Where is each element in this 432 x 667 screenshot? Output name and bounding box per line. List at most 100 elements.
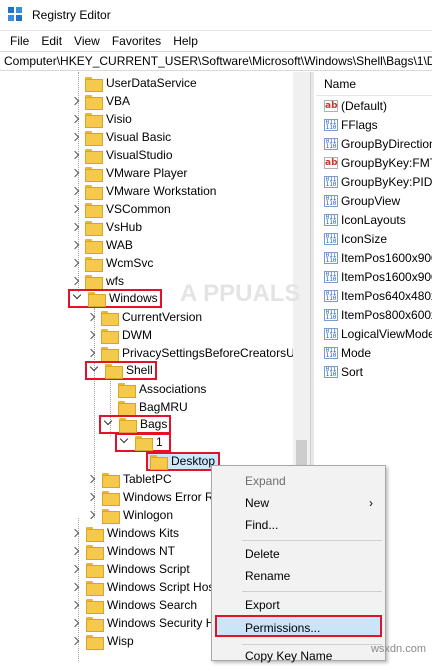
- tree-item-vmware-player[interactable]: VMware Player: [70, 164, 187, 182]
- chevron-right-icon[interactable]: [70, 222, 80, 232]
- chevron-right-icon[interactable]: [86, 312, 96, 322]
- tree-item-wisp[interactable]: Wisp: [86, 632, 134, 650]
- chevron-right-icon[interactable]: [70, 582, 80, 592]
- menu-view[interactable]: View: [68, 34, 106, 48]
- tree-item-vshub[interactable]: VsHub: [70, 218, 142, 236]
- menu-help[interactable]: Help: [167, 34, 204, 48]
- value-item[interactable]: 011110ItemPos640x480x9: [316, 286, 432, 305]
- chevron-right-icon[interactable]: [70, 96, 80, 106]
- tree-item-dwm[interactable]: DWM: [86, 326, 152, 344]
- chevron-right-icon[interactable]: [70, 204, 80, 214]
- value-item[interactable]: 011110ItemPos800x600x9: [316, 305, 432, 324]
- tree-item-privacysettings[interactable]: PrivacySettingsBeforeCreatorsUp: [86, 344, 301, 362]
- tree-item-windows-search[interactable]: Windows Search: [86, 596, 197, 614]
- chevron-right-icon[interactable]: [70, 186, 80, 196]
- tree-item-bagmru[interactable]: BagMRU: [118, 398, 188, 416]
- value-item[interactable]: 011110ItemPos1600x900x: [316, 267, 432, 286]
- value-item[interactable]: ab GroupByKey:FMT: [316, 153, 432, 172]
- tree-item-vscommon[interactable]: VSCommon: [70, 200, 171, 218]
- tree-item-windows-security-health[interactable]: Windows Security H: [86, 614, 214, 632]
- value-item[interactable]: ab (Default): [316, 96, 432, 115]
- folder-icon: [86, 526, 104, 542]
- tree-item-visual-basic[interactable]: Visual Basic: [70, 128, 171, 146]
- chevron-right-icon[interactable]: [70, 240, 80, 250]
- value-item[interactable]: 011 110 GroupByKey:PID: [316, 172, 432, 191]
- value-item[interactable]: 011 110 IconLayouts: [316, 210, 432, 229]
- chevron-right-icon[interactable]: [70, 132, 80, 142]
- tree-item-associations[interactable]: Associations: [118, 380, 206, 398]
- chevron-right-icon[interactable]: [86, 330, 96, 340]
- tree-item-windows[interactable]: Windows: [68, 288, 162, 308]
- tree-item-vmware-workstation[interactable]: VMware Workstation: [70, 182, 216, 200]
- chevron-right-icon[interactable]: [70, 636, 80, 646]
- tree-item-windows-script[interactable]: Windows Script: [86, 560, 190, 578]
- tree-item-tabletpc[interactable]: TabletPC: [102, 470, 172, 488]
- value-item[interactable]: 011 110 Mode: [316, 343, 432, 362]
- chevron-right-icon[interactable]: [86, 474, 96, 484]
- context-menu-new[interactable]: New ›: [212, 492, 385, 514]
- tree-item-userdataservice[interactable]: UserDataService: [85, 74, 197, 92]
- context-menu-expand[interactable]: Expand: [212, 470, 385, 492]
- tree-item-winlogon[interactable]: Winlogon: [102, 506, 173, 524]
- chevron-right-icon[interactable]: [86, 492, 96, 502]
- tree-item-bags[interactable]: Bags: [99, 414, 172, 434]
- footer-brand: wsxdn.com: [370, 643, 426, 655]
- tree-item-label: PrivacySettingsBeforeCreatorsUp: [122, 346, 302, 360]
- chevron-right-icon: ›: [369, 496, 373, 510]
- chevron-down-icon[interactable]: [72, 292, 82, 302]
- tree-item-wab[interactable]: WAB: [70, 236, 133, 254]
- value-item[interactable]: 011 110 Sort: [316, 362, 432, 381]
- chevron-down-icon[interactable]: [103, 418, 113, 428]
- tree-item-desktop[interactable]: Desktop: [146, 451, 221, 471]
- chevron-right-icon[interactable]: [70, 528, 80, 538]
- value-item[interactable]: 011 110 GroupByDirection: [316, 134, 432, 153]
- context-menu-delete[interactable]: Delete: [212, 543, 385, 565]
- menu-file[interactable]: File: [4, 34, 35, 48]
- value-item[interactable]: 011110ItemPos1600x900x: [316, 248, 432, 267]
- chevron-right-icon[interactable]: [70, 150, 80, 160]
- value-name: LogicalViewMode: [341, 326, 432, 341]
- tree-item-visualstudio[interactable]: VisualStudio: [70, 146, 173, 164]
- value-item[interactable]: 011 110 LogicalViewMode: [316, 324, 432, 343]
- chevron-right-icon[interactable]: [70, 258, 80, 268]
- tree-item-wfs[interactable]: wfs: [70, 272, 124, 290]
- chevron-right-icon[interactable]: [70, 564, 80, 574]
- chevron-right-icon[interactable]: [70, 276, 80, 286]
- tree-item-label: VBA: [106, 94, 131, 108]
- chevron-down-icon[interactable]: [119, 436, 129, 446]
- tree-item-shell[interactable]: Shell: [85, 360, 157, 380]
- tree-item-currentversion[interactable]: CurrentVersion: [86, 308, 202, 326]
- binary-value-icon: 011 110: [324, 289, 338, 302]
- chevron-down-icon[interactable]: [89, 364, 99, 374]
- tree-item-windows-error-reporting[interactable]: Windows Error R: [102, 488, 214, 506]
- tree-item-visio[interactable]: Visio: [70, 110, 132, 128]
- column-header-name[interactable]: Name: [316, 72, 432, 96]
- menu-edit[interactable]: Edit: [35, 34, 68, 48]
- value-item[interactable]: 011 110 FFlags: [316, 115, 432, 134]
- chevron-right-icon[interactable]: [86, 510, 96, 520]
- value-item[interactable]: 011 110 IconSize: [316, 229, 432, 248]
- context-menu-export[interactable]: Export: [212, 594, 385, 616]
- tree-item-1[interactable]: 1: [115, 432, 171, 452]
- context-menu-copy-key-name[interactable]: Copy Key Name: [212, 645, 385, 667]
- context-menu-find[interactable]: Find...: [212, 514, 385, 536]
- tree-item-vba[interactable]: VBA: [70, 92, 130, 110]
- menu-favorites[interactable]: Favorites: [106, 34, 167, 48]
- value-item[interactable]: 011 110 GroupView: [316, 191, 432, 210]
- value-name: ItemPos1600x900x: [341, 269, 432, 284]
- folder-icon: [85, 220, 103, 236]
- chevron-right-icon[interactable]: [86, 348, 96, 358]
- tree-item-windows-nt[interactable]: Windows NT: [86, 542, 175, 560]
- registry-editor-app-icon: [8, 7, 24, 23]
- tree-item-windows-kits[interactable]: Windows Kits: [86, 524, 179, 542]
- address-bar[interactable]: Computer\HKEY_CURRENT_USER\Software\Micr…: [0, 51, 432, 71]
- chevron-right-icon[interactable]: [70, 168, 80, 178]
- chevron-right-icon[interactable]: [70, 618, 80, 628]
- tree-item-windows-script-host[interactable]: Windows Script Hos: [86, 578, 214, 596]
- context-menu-permissions[interactable]: Permissions...: [215, 615, 382, 637]
- chevron-right-icon[interactable]: [70, 546, 80, 556]
- chevron-right-icon[interactable]: [70, 114, 80, 124]
- tree-item-wcmsvc[interactable]: WcmSvc: [70, 254, 153, 272]
- context-menu-rename[interactable]: Rename: [212, 565, 385, 587]
- chevron-right-icon[interactable]: [70, 600, 80, 610]
